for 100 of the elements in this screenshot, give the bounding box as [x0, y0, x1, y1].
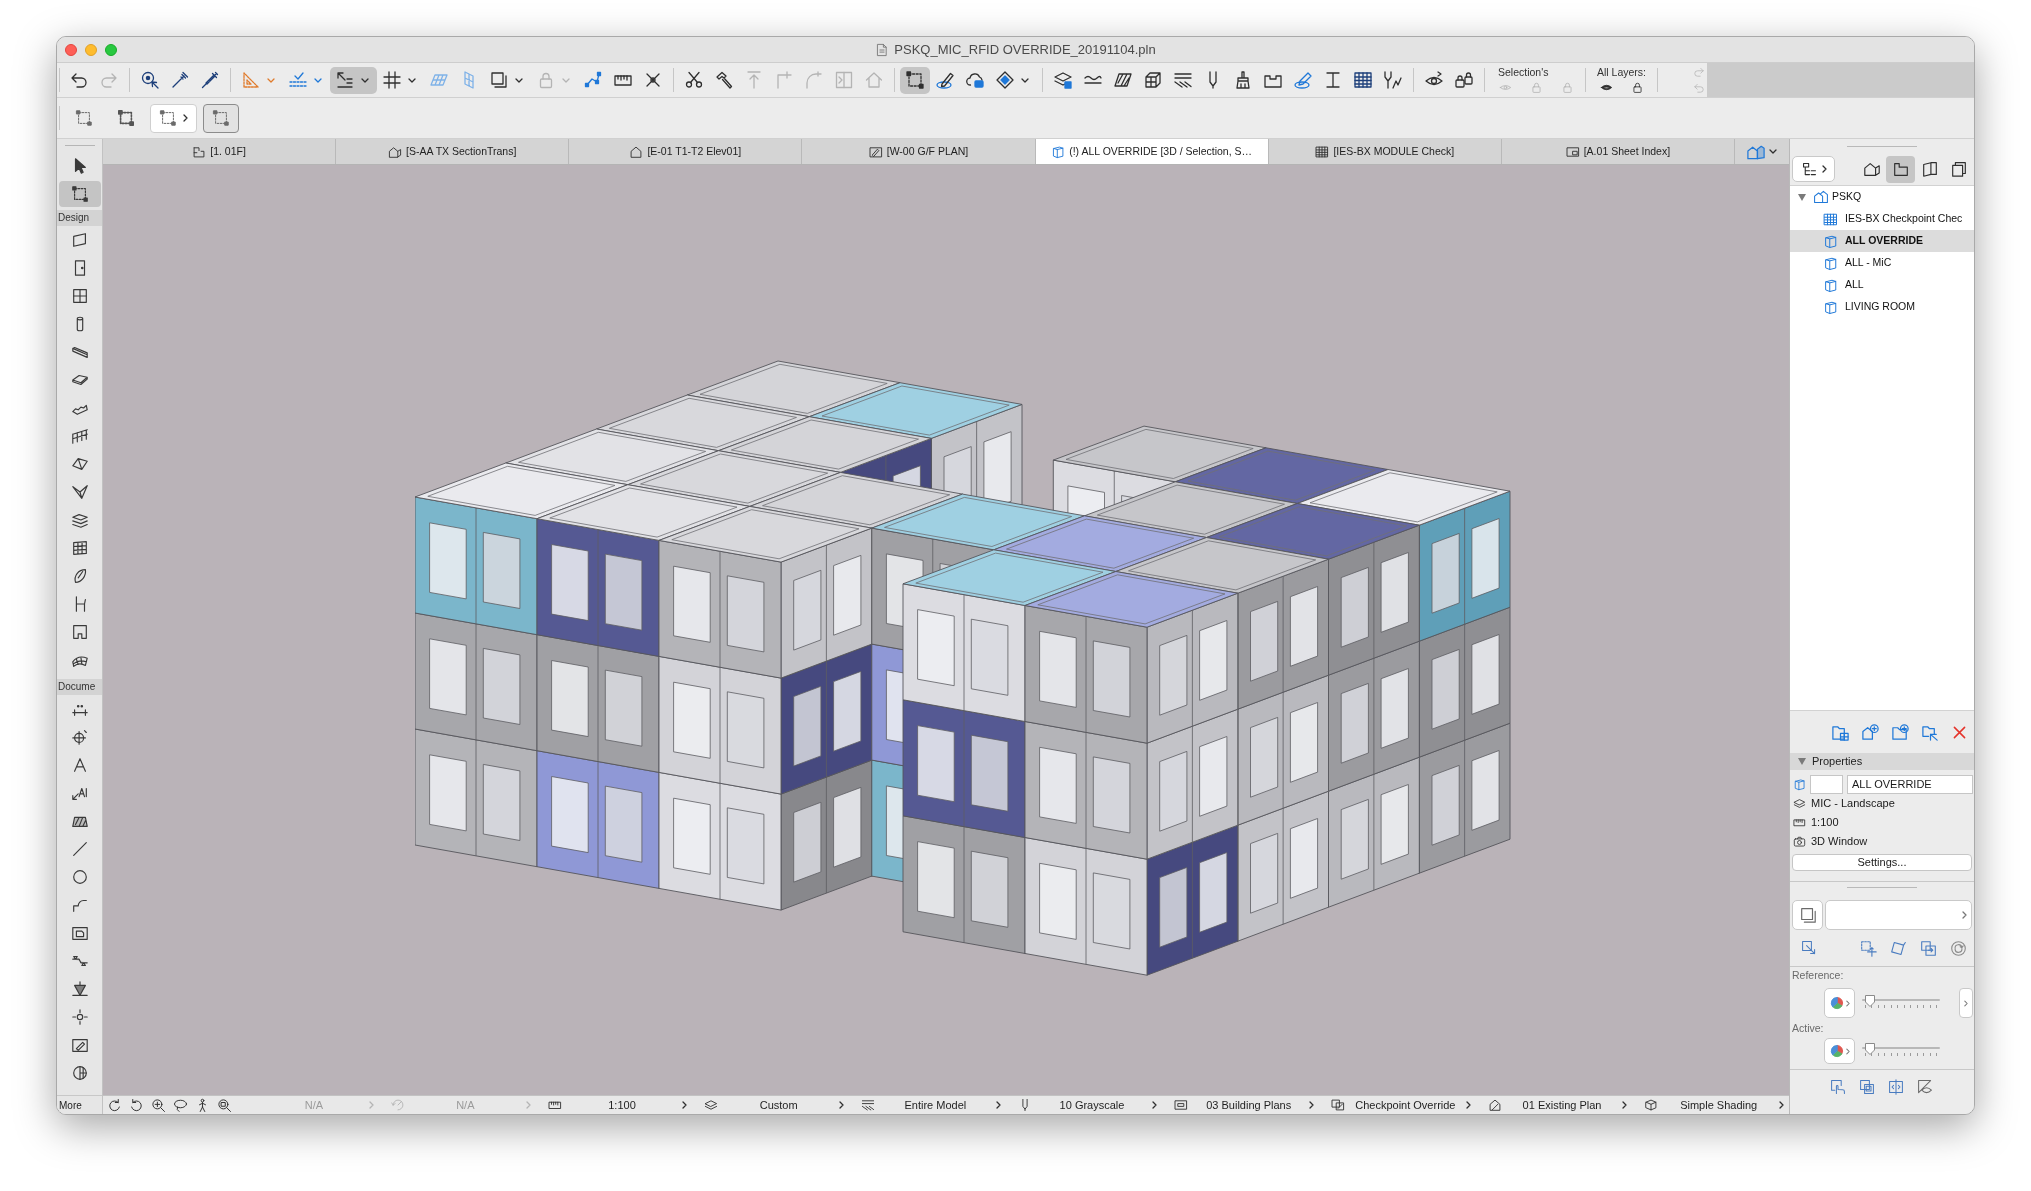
table-icon	[1823, 211, 1838, 227]
zone-outline-icon	[70, 623, 89, 641]
lasso-icon[interactable]	[173, 1097, 188, 1113]
status-popup[interactable]: 1:100	[535, 1096, 693, 1114]
building-pair-icon	[1813, 189, 1829, 205]
tree-item[interactable]: LIVING ROOM	[1790, 296, 1974, 318]
orbit-right-icon[interactable]	[129, 1097, 144, 1113]
status-popup[interactable]: 01 Existing Plan	[1475, 1096, 1633, 1114]
status-popup[interactable]: Simple Shading	[1632, 1096, 1790, 1114]
folder-icon	[1891, 160, 1910, 178]
status-popup[interactable]: 10 Grayscale	[1005, 1096, 1163, 1114]
railing-icon	[70, 427, 89, 445]
section-circle-icon	[70, 1064, 89, 1082]
triangle-eye-icon[interactable]	[1917, 1079, 1933, 1095]
pie-chart-button[interactable]	[1824, 1038, 1855, 1064]
orbit-left-icon[interactable]	[107, 1097, 122, 1113]
caret-icon	[515, 77, 523, 83]
chevron-right-icon	[1309, 1101, 1315, 1109]
status-popup[interactable]: 03 Building Plans	[1162, 1096, 1320, 1114]
document-tab[interactable]: [W-00 G/F PLAN]	[802, 139, 1036, 164]
dashed-square-icon	[212, 109, 230, 127]
chevron-right-icon	[682, 1101, 688, 1109]
tree-item[interactable]: IES-BX Checkpoint Chec	[1790, 208, 1974, 230]
chevron-right-icon	[183, 114, 188, 122]
dashed-square-button[interactable]	[900, 66, 930, 94]
favorites-button[interactable]	[1792, 900, 1823, 930]
house-plus-icon[interactable]	[1861, 722, 1880, 742]
circle-icon	[70, 868, 89, 886]
dashed-square-icon	[70, 185, 89, 203]
stacked-squares-icon	[1798, 906, 1817, 924]
pencil-square-icon	[868, 144, 883, 159]
folder-button[interactable]	[1886, 155, 1915, 183]
diagonal-line-icon	[70, 840, 89, 858]
marquee-option-button[interactable]	[203, 103, 239, 133]
folder-plus-icon[interactable]	[1891, 722, 1910, 742]
status-popup[interactable]: Custom	[692, 1096, 849, 1114]
refresh-icon[interactable]	[1950, 939, 1967, 957]
zoom-in-icon[interactable]	[151, 1097, 166, 1113]
slider-track[interactable]	[1862, 995, 1940, 1011]
document-tab[interactable]: [A.01 Sheet Index]	[1501, 139, 1735, 164]
layers-icon	[704, 1098, 719, 1112]
pie-chart-icon	[1829, 996, 1844, 1010]
tree-item[interactable]: ALL	[1790, 274, 1974, 296]
rotate-icon	[391, 1098, 405, 1112]
document-tab[interactable]: [1. 01F]	[103, 139, 337, 164]
chevron-right-icon	[1622, 1101, 1628, 1109]
status-popup[interactable]: Checkpoint Override	[1319, 1096, 1476, 1114]
tree-item[interactable]: ALL - MiC	[1790, 252, 1974, 274]
caret-icon	[361, 77, 369, 83]
pie-chart-button[interactable]	[1824, 988, 1855, 1018]
marquee-popup-button[interactable]	[150, 103, 197, 133]
close-icon[interactable]	[65, 43, 77, 56]
house-slash-icon	[1487, 1098, 1502, 1112]
tree-item[interactable]: ALL OVERRIDE	[1790, 230, 1974, 252]
window-type-text: 3D Window	[1811, 834, 1868, 850]
properties-header[interactable]: Properties	[1790, 753, 1974, 770]
navigator-menu-button[interactable]	[1792, 156, 1835, 182]
overlapping-squares-icon	[1331, 1098, 1346, 1112]
view-id-field[interactable]	[1810, 774, 1843, 794]
house-outline-icon	[1862, 160, 1881, 178]
copy-square-icon[interactable]	[1920, 939, 1937, 957]
overlap-squares-icon[interactable]	[1859, 1079, 1875, 1095]
slider-track[interactable]	[1862, 1043, 1940, 1059]
caret-icon	[1769, 149, 1778, 154]
settings-button[interactable]: Settings...	[1792, 854, 1972, 871]
status-popup[interactable]: Entire Model	[849, 1096, 1006, 1114]
cube-outline-icon	[1823, 255, 1838, 271]
dashed-square-tool-button[interactable]	[58, 181, 101, 207]
move-icon[interactable]	[1860, 939, 1877, 957]
window-title: PSKQ_MIC_RFID OVERRIDE_20191104.pln	[894, 40, 1156, 59]
slider-thumb[interactable]	[1865, 995, 1876, 1007]
zoom-fit-icon[interactable]	[217, 1097, 232, 1113]
dashed-square-icon	[75, 109, 93, 127]
document-tab[interactable]: (!) ALL OVERRIDE [3D / Selection, S…	[1035, 139, 1269, 164]
chevron-right-icon	[1962, 911, 1967, 919]
caret-icon	[562, 77, 570, 83]
view-name-field[interactable]: ALL OVERRIDE	[1847, 774, 1973, 794]
book-icon	[1920, 160, 1939, 178]
padlock-icon[interactable]	[1631, 81, 1644, 94]
cube-outline-icon	[1823, 233, 1838, 249]
roof-icon	[70, 455, 89, 473]
document-tab[interactable]: [E-01 T1-T2 Elev01]	[569, 139, 803, 164]
square-arrow-icon[interactable]	[1801, 940, 1817, 956]
caret-icon	[314, 77, 322, 83]
chevron-right-icon	[1152, 1101, 1158, 1109]
cube-outline-icon	[1793, 777, 1806, 791]
ruler-icon	[1793, 816, 1806, 829]
section-label: Docume	[57, 679, 102, 695]
elevation-marker-icon	[70, 980, 89, 998]
document-tab[interactable]: [S-AA TX SectionTrans]	[336, 139, 570, 164]
document-tab[interactable]: [IES-BX MODULE Check]	[1268, 139, 1502, 164]
tree-item[interactable]: PSKQ	[1790, 186, 1974, 208]
layers-label: All Layers:	[1597, 66, 1647, 79]
triangle-down-icon[interactable]	[1798, 193, 1806, 201]
selection-label: Selection's	[1498, 66, 1550, 79]
tree-icon	[1800, 160, 1818, 178]
scale-text: 1:100	[1811, 815, 1839, 831]
more-button[interactable]: More	[57, 1095, 102, 1114]
slider-thumb[interactable]	[1865, 1043, 1876, 1055]
coordinate-arrow-button[interactable]	[330, 66, 377, 94]
